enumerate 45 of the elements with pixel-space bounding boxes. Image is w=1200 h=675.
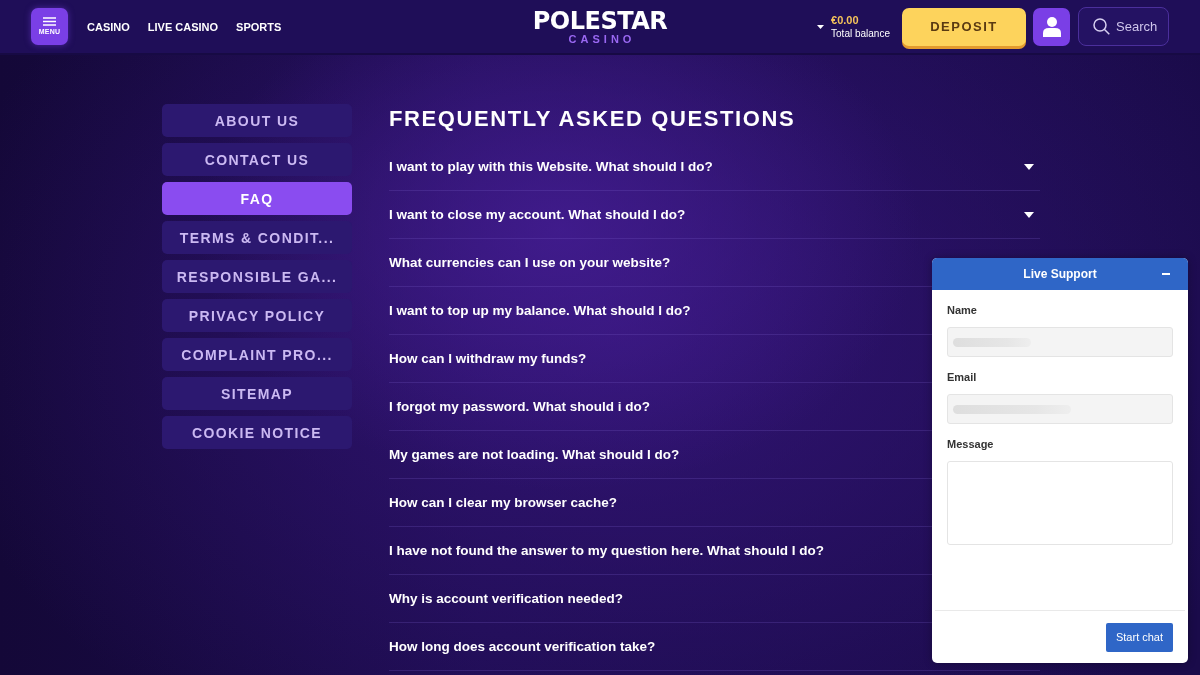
menu-icon [43,17,56,26]
caret-down-icon[interactable] [1024,211,1034,218]
deposit-button[interactable]: DEPOSIT [902,7,1026,46]
faq-question[interactable]: Why is account verification needed? [389,591,624,606]
faq-question[interactable]: How can I clear my browser cache? [389,495,618,510]
input-field[interactable] [947,394,1173,424]
sidebar-item[interactable]: COOKIE NOTICE [162,416,352,449]
nav-link[interactable]: LIVE CASINO [147,20,219,33]
search-field[interactable]: Search [1078,7,1169,46]
sidebar-item[interactable]: COMPLAINT PRO... [162,338,352,371]
account-button[interactable] [1033,7,1070,46]
logo-subtitle: CASINO [568,32,636,45]
sidebar-item[interactable]: TERMS & CONDIT... [162,221,352,254]
page-heading: FREQUENTLY ASKED QUESTIONS [389,106,797,132]
logo-wordmark[interactable]: POLESTAR [532,8,668,33]
search-icon [1093,18,1110,35]
sidebar-item[interactable]: RESPONSIBLE GA... [162,260,352,293]
faq-question[interactable]: How long does account verification take? [389,639,656,654]
caret-down-icon[interactable] [1024,163,1034,170]
balance-amount: €0.00 [831,13,860,27]
faq-question[interactable]: My games are not loading. What should I do? [389,447,680,462]
caret-down-icon[interactable] [817,24,825,29]
faq-question[interactable]: How can I withdraw my funds? [389,351,587,366]
faq-question[interactable]: What currencies can I use on your website? [389,255,671,270]
sidebar-item[interactable]: ABOUT US [162,104,352,137]
sidebar-item[interactable]: SITEMAP [162,377,352,410]
faq-question[interactable]: I forgot my password. What should i do? [389,399,650,414]
sidebar-item[interactable]: PRIVACY POLICY [162,299,352,332]
textarea-field[interactable] [947,461,1173,545]
chat-title: Live Support [1023,267,1097,281]
input-field[interactable] [947,327,1173,357]
user-icon [1042,16,1061,37]
sidebar-item[interactable]: FAQ [162,182,352,215]
field-label: Message [947,437,995,451]
nav-link[interactable]: CASINO [87,20,130,33]
balance-label: Total balance [831,26,890,40]
nav-link[interactable]: SPORTS [236,20,282,33]
field-label: Name [947,303,978,317]
faq-question[interactable]: I want to close my account. What should I do? [389,207,686,222]
field-label: Email [947,370,978,384]
faq-question[interactable]: I want to play with this Website. What should I do? [389,159,713,174]
faq-question[interactable]: I want to top up my balance. What should I do? [389,303,691,318]
faq-question[interactable]: I have not found the answer to my question here. What should I do? [389,543,825,558]
start-chat-button[interactable]: Start chat [1106,622,1173,652]
sidebar-item[interactable]: CONTACT US [162,143,352,176]
